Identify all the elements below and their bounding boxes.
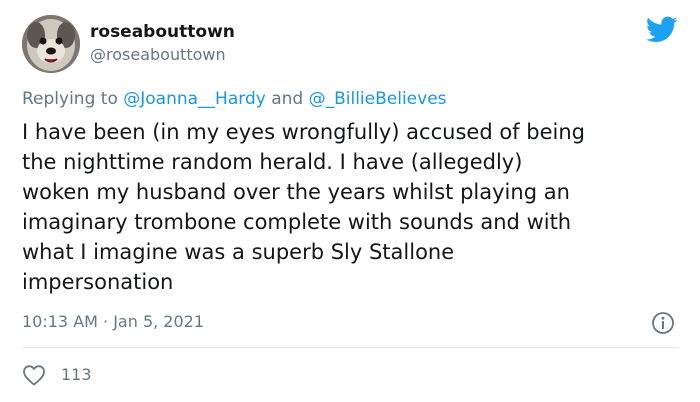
user-handle[interactable]: @roseabouttown [90, 45, 226, 65]
tweet-text-line: imaginary trombone complete with sounds … [22, 210, 572, 234]
divider [22, 347, 678, 348]
tweet-timestamp[interactable]: 10:13 AM · Jan 5, 2021 [22, 312, 204, 332]
dog-photo [22, 15, 80, 73]
twitter-bird-icon[interactable] [646, 16, 678, 44]
reply-prefix: Replying to [22, 89, 118, 109]
heart-icon[interactable] [22, 364, 46, 386]
tweet-card: roseabouttown @roseabouttown Replying to… [0, 0, 700, 402]
mention-link-1[interactable]: @Joanna__Hardy [123, 89, 266, 109]
display-name[interactable]: roseabouttown [90, 21, 235, 43]
tweet-text-line: I have been (in my eyes wrongfully) accu… [22, 120, 585, 144]
tweet-text-line: the nighttime random herald. I have (all… [22, 150, 523, 174]
reply-context: Replying to @Joanna__Hardy and @_BillieB… [22, 88, 447, 110]
like-count: 113 [61, 365, 92, 384]
reply-conjunction: and [271, 89, 304, 109]
info-icon[interactable] [651, 311, 675, 335]
avatar[interactable] [22, 15, 80, 73]
tweet-text: I have been (in my eyes wrongfully) accu… [22, 117, 682, 297]
tweet-text-line: what I imagine was a superb Sly Stallone [22, 240, 455, 264]
tweet-text-line: impersonation [22, 270, 174, 294]
mention-link-2[interactable]: @_BillieBelieves [309, 89, 447, 109]
tweet-text-line: woken my husband over the years whilst p… [22, 180, 570, 204]
